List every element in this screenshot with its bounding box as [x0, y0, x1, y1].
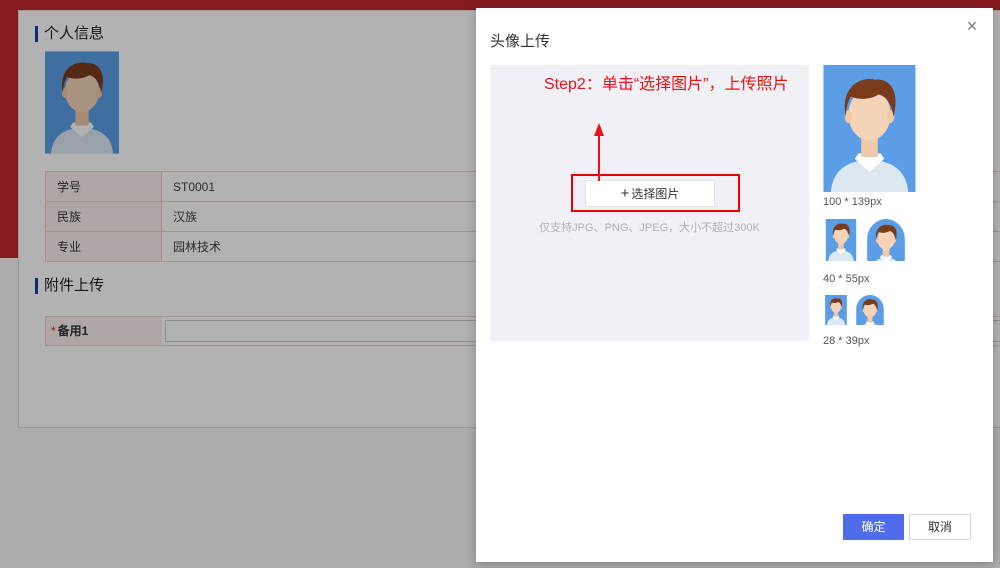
size-label-medium: 40 * 55px — [823, 273, 870, 285]
cancel-button[interactable]: 取消 — [909, 514, 971, 540]
upload-area: + 选择图片 仅支持JPG、PNG、JPEG，大小不超过300K — [490, 65, 809, 341]
avatar-upload-dialog: 头像上传 × + 选择图片 仅支持JPG、PNG、JPEG，大小不超过300K S… — [476, 8, 993, 562]
preview-small — [823, 295, 849, 325]
size-label-small: 28 * 39px — [823, 335, 870, 347]
preview-medium — [823, 219, 859, 261]
size-label-large: 100 * 139px — [823, 196, 882, 208]
plus-icon: + — [620, 185, 630, 202]
preview-medium-round — [867, 219, 905, 261]
step-annotation: Step2：单击“选择图片”，上传照片 — [544, 76, 789, 93]
preview-small-round — [856, 295, 884, 325]
confirm-button[interactable]: 确定 — [843, 514, 904, 540]
dialog-title: 头像上传 — [490, 33, 551, 50]
close-icon[interactable]: × — [963, 17, 981, 35]
choose-image-button[interactable]: + 选择图片 — [585, 180, 715, 207]
upload-hint: 仅支持JPG、PNG、JPEG，大小不超过300K — [539, 222, 760, 234]
choose-image-label: 选择图片 — [631, 187, 680, 201]
annotation-arrow-icon — [594, 123, 604, 181]
preview-large — [823, 65, 916, 192]
